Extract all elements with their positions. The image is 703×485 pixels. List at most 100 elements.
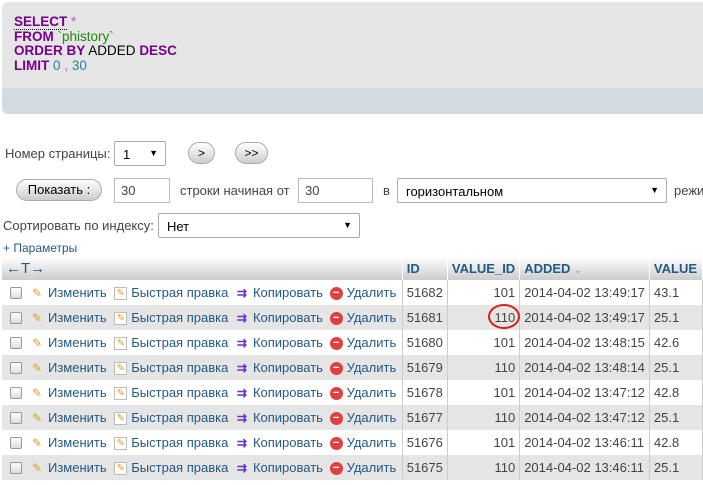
cell-value-id[interactable]: 101 [447, 280, 521, 305]
cell-value[interactable]: 25.1 [649, 355, 703, 380]
row-checkbox[interactable] [10, 287, 22, 300]
cell-added[interactable]: 2014-04-02 13:46:11 [519, 455, 650, 480]
cell-value[interactable]: 42.8 [649, 380, 703, 405]
row-checkbox[interactable] [10, 462, 22, 475]
cell-id[interactable]: 51680 [402, 330, 448, 355]
cell-id[interactable]: 51676 [402, 430, 448, 455]
delete-link[interactable]: Удалить [347, 460, 397, 475]
column-header-value-id[interactable]: VALUE_ID [447, 257, 521, 280]
cell-id[interactable]: 51681 [402, 305, 448, 330]
row-actions: ✎ Изменить ✎ Быстрая правка ⇉ Копировать − У… [2, 330, 403, 355]
next-page-button[interactable]: > [188, 142, 215, 164]
delete-link[interactable]: Удалить [347, 435, 397, 450]
column-header-added[interactable]: ADDED ⌄ [519, 257, 650, 280]
edit-link[interactable]: Изменить [48, 385, 107, 400]
start-row-input[interactable]: 30 [298, 178, 373, 203]
quick-edit-link[interactable]: Быстрая правка [131, 335, 228, 350]
delete-icon: − [329, 461, 343, 475]
table-row: ✎ Изменить ✎ Быстрая правка ⇉ Копировать − У… [2, 430, 703, 455]
quick-edit-link[interactable]: Быстрая правка [131, 460, 228, 475]
quick-edit-link[interactable]: Быстрая правка [131, 310, 228, 325]
quick-edit-link[interactable]: Быстрая правка [131, 385, 228, 400]
cell-value-id[interactable]: 110 [447, 455, 521, 480]
copy-link[interactable]: Копировать [253, 360, 323, 375]
copy-link[interactable]: Копировать [253, 310, 323, 325]
quick-edit-link[interactable]: Быстрая правка [131, 285, 228, 300]
show-button[interactable]: Показать : [16, 179, 102, 201]
copy-link[interactable]: Копировать [253, 435, 323, 450]
cell-added[interactable]: 2014-04-02 13:46:11 [519, 430, 650, 455]
cell-value[interactable]: 25.1 [649, 305, 703, 330]
edit-link[interactable]: Изменить [48, 310, 107, 325]
edit-link[interactable]: Изменить [48, 360, 107, 375]
cell-value[interactable]: 25.1 [649, 405, 703, 430]
copy-link[interactable]: Копировать [253, 385, 323, 400]
row-actions: ✎ Изменить ✎ Быстрая правка ⇉ Копировать − У… [2, 455, 403, 480]
cell-id[interactable]: 51679 [402, 355, 448, 380]
row-checkbox[interactable] [10, 312, 22, 325]
delete-link[interactable]: Удалить [347, 335, 397, 350]
page-number-label: Номер страницы: [5, 146, 111, 161]
delete-link[interactable]: Удалить [347, 410, 397, 425]
edit-link[interactable]: Изменить [48, 460, 107, 475]
quick-edit-icon: ✎ [114, 386, 128, 400]
cell-id[interactable]: 51678 [402, 380, 448, 405]
display-mode-select[interactable]: горизонтальном ▼ [397, 178, 667, 203]
display-mode-value: горизонтальном [406, 184, 504, 199]
sql-keyword: ORDER BY [14, 43, 86, 58]
sql-comma: , [64, 57, 69, 73]
sql-column: ADDED [88, 43, 136, 58]
pencil-icon: ✎ [31, 336, 43, 351]
sort-index-select[interactable]: Нет ▼ [158, 213, 360, 238]
row-checkbox[interactable] [10, 362, 22, 375]
cell-value[interactable]: 42.6 [649, 330, 703, 355]
cell-added[interactable]: 2014-04-02 13:49:17 [519, 280, 650, 305]
cell-value-id[interactable]: 110 [447, 355, 521, 380]
row-checkbox[interactable] [10, 387, 22, 400]
copy-link[interactable]: Копировать [253, 335, 323, 350]
cell-value-id[interactable]: 101 [447, 380, 521, 405]
row-checkbox[interactable] [10, 437, 22, 450]
column-header-id[interactable]: ID [402, 257, 448, 280]
edit-link[interactable]: Изменить [48, 410, 107, 425]
cell-added[interactable]: 2014-04-02 13:48:15 [519, 330, 650, 355]
cell-value[interactable]: 25.1 [649, 455, 703, 480]
delete-link[interactable]: Удалить [347, 360, 397, 375]
cell-value-id[interactable]: 101 [447, 330, 521, 355]
quick-edit-link[interactable]: Быстрая правка [131, 410, 228, 425]
delete-icon: − [329, 361, 343, 375]
cell-id[interactable]: 51677 [402, 405, 448, 430]
table-row: ✎ Изменить ✎ Быстрая правка ⇉ Копировать − У… [2, 405, 703, 430]
quick-edit-link[interactable]: Быстрая правка [131, 360, 228, 375]
cell-id[interactable]: 51675 [402, 455, 448, 480]
edit-link[interactable]: Изменить [48, 435, 107, 450]
cell-value[interactable]: 42.8 [649, 430, 703, 455]
cell-value-id[interactable]: 110 [447, 405, 521, 430]
cell-added[interactable]: 2014-04-02 13:49:17 [519, 305, 650, 330]
edit-link[interactable]: Изменить [48, 285, 107, 300]
cell-id[interactable]: 51682 [402, 280, 448, 305]
delete-link[interactable]: Удалить [347, 310, 397, 325]
last-page-button[interactable]: >> [235, 142, 268, 164]
cell-added[interactable]: 2014-04-02 13:47:12 [519, 380, 650, 405]
delete-link[interactable]: Удалить [347, 285, 397, 300]
row-checkbox[interactable] [10, 412, 22, 425]
row-checkbox[interactable] [10, 337, 22, 350]
quick-edit-link[interactable]: Быстрая правка [131, 435, 228, 450]
row-actions: ✎ Изменить ✎ Быстрая правка ⇉ Копировать − У… [2, 430, 403, 455]
column-header-value[interactable]: VALUE [649, 257, 703, 280]
edit-link[interactable]: Изменить [48, 335, 107, 350]
cell-value[interactable]: 43.1 [649, 280, 703, 305]
cell-added[interactable]: 2014-04-02 13:48:14 [519, 355, 650, 380]
cell-value-id[interactable]: 101 [447, 430, 521, 455]
rows-count-input[interactable]: 30 [114, 178, 170, 203]
cell-added[interactable]: 2014-04-02 13:47:12 [519, 405, 650, 430]
column-resize-arrows[interactable]: ←T→ [2, 257, 403, 280]
delete-link[interactable]: Удалить [347, 385, 397, 400]
options-link[interactable]: + Параметры [3, 241, 77, 255]
copy-link[interactable]: Копировать [253, 410, 323, 425]
copy-link[interactable]: Копировать [253, 460, 323, 475]
copy-link[interactable]: Копировать [253, 285, 323, 300]
quick-edit-icon: ✎ [114, 461, 128, 475]
page-number-select[interactable]: 1 ▼ [114, 141, 166, 166]
